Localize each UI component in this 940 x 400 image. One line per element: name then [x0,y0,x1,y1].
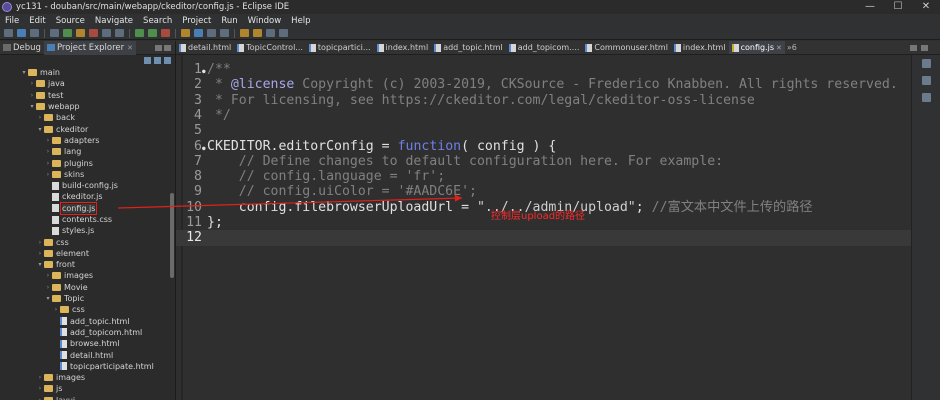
annotation-arrow [117,194,463,209]
annotation-label: 控制层upload的路径 [491,211,586,222]
